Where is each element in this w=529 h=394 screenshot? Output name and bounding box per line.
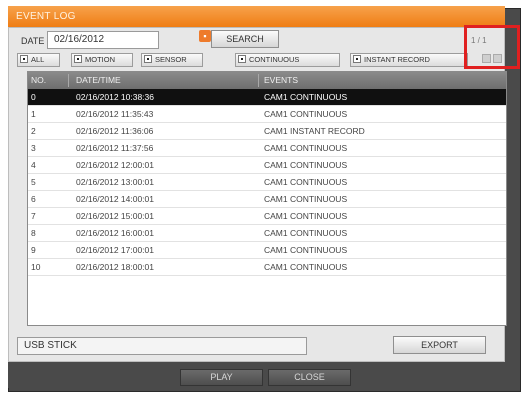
table-row[interactable]: 6 02/16/2012 14:00:01 CAM1 CONTINUOUS — [28, 191, 506, 208]
column-events: EVENTS — [264, 75, 299, 85]
table-row[interactable]: 3 02/16/2012 11:37:56 CAM1 CONTINUOUS — [28, 140, 506, 157]
table-row[interactable]: 10 02/16/2012 18:00:01 CAM1 CONTINUOUS — [28, 259, 506, 276]
table-row[interactable]: 8 02/16/2012 16:00:01 CAM1 CONTINUOUS — [28, 225, 506, 242]
checkbox-icon — [20, 55, 28, 64]
table-row[interactable]: 0 02/16/2012 10:38:36 CAM1 CONTINUOUS — [28, 89, 506, 106]
checkbox-icon — [353, 55, 361, 64]
checkbox-icon — [144, 55, 152, 64]
table-row[interactable]: 7 02/16/2012 15:00:01 CAM1 CONTINUOUS — [28, 208, 506, 225]
checkbox-motion[interactable]: MOTION — [71, 53, 133, 67]
highlight-box — [464, 25, 520, 69]
checkbox-icon — [74, 55, 82, 64]
checkbox-icon — [238, 55, 246, 64]
close-button[interactable]: CLOSE — [268, 369, 351, 386]
table-row[interactable]: 5 02/16/2012 13:00:01 CAM1 CONTINUOUS — [28, 174, 506, 191]
export-device-select[interactable]: USB STICK — [17, 337, 307, 355]
checkbox-sensor[interactable]: SENSOR — [141, 53, 203, 67]
event-table: NO. DATE/TIME EVENTS 0 02/16/2012 10:38:3… — [27, 71, 507, 326]
calendar-icon[interactable]: ▪ — [199, 30, 211, 42]
play-button[interactable]: PLAY — [180, 369, 263, 386]
column-datetime: DATE/TIME — [76, 75, 121, 85]
column-no: NO. — [31, 75, 47, 85]
checkbox-instant-record[interactable]: INSTANT RECORD — [350, 53, 468, 67]
export-button[interactable]: EXPORT — [393, 336, 486, 354]
checkbox-all[interactable]: ALL — [17, 53, 60, 67]
column-divider — [68, 74, 69, 87]
search-button[interactable]: SEARCH — [211, 30, 279, 48]
column-divider — [258, 74, 259, 87]
date-label: DATE — [21, 36, 45, 46]
table-row[interactable]: 2 02/16/2012 11:36:06 CAM1 INSTANT RECORD — [28, 123, 506, 140]
checkbox-continuous[interactable]: CONTINUOUS — [235, 53, 340, 67]
table-row[interactable]: 1 02/16/2012 11:35:43 CAM1 CONTINUOUS — [28, 106, 506, 123]
table-header: NO. DATE/TIME EVENTS — [28, 72, 506, 89]
window-title: EVENT LOG — [8, 6, 505, 27]
date-field[interactable]: 02/16/2012 — [47, 31, 159, 49]
table-row[interactable]: 9 02/16/2012 17:00:01 CAM1 CONTINUOUS — [28, 242, 506, 259]
table-row[interactable]: 4 02/16/2012 12:00:01 CAM1 CONTINUOUS — [28, 157, 506, 174]
